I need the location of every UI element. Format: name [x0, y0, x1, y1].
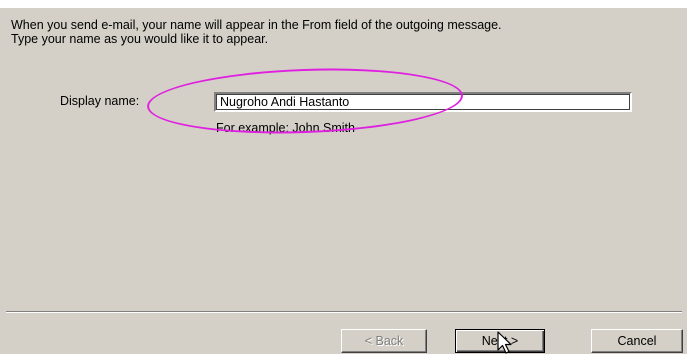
button-separator-highlight: [6, 312, 682, 313]
next-button[interactable]: Next >: [455, 329, 545, 353]
window-right-edge: [687, 8, 692, 354]
back-button[interactable]: < Back: [341, 329, 427, 353]
display-name-label: Display name:: [60, 94, 140, 108]
display-name-input[interactable]: [214, 92, 632, 112]
cancel-button[interactable]: Cancel: [591, 329, 683, 353]
example-hint: For example: John Smith: [216, 121, 355, 135]
intro-text: When you send e-mail, your name will app…: [11, 18, 502, 46]
window-top-edge: [0, 0, 692, 8]
wizard-page: [0, 8, 692, 354]
